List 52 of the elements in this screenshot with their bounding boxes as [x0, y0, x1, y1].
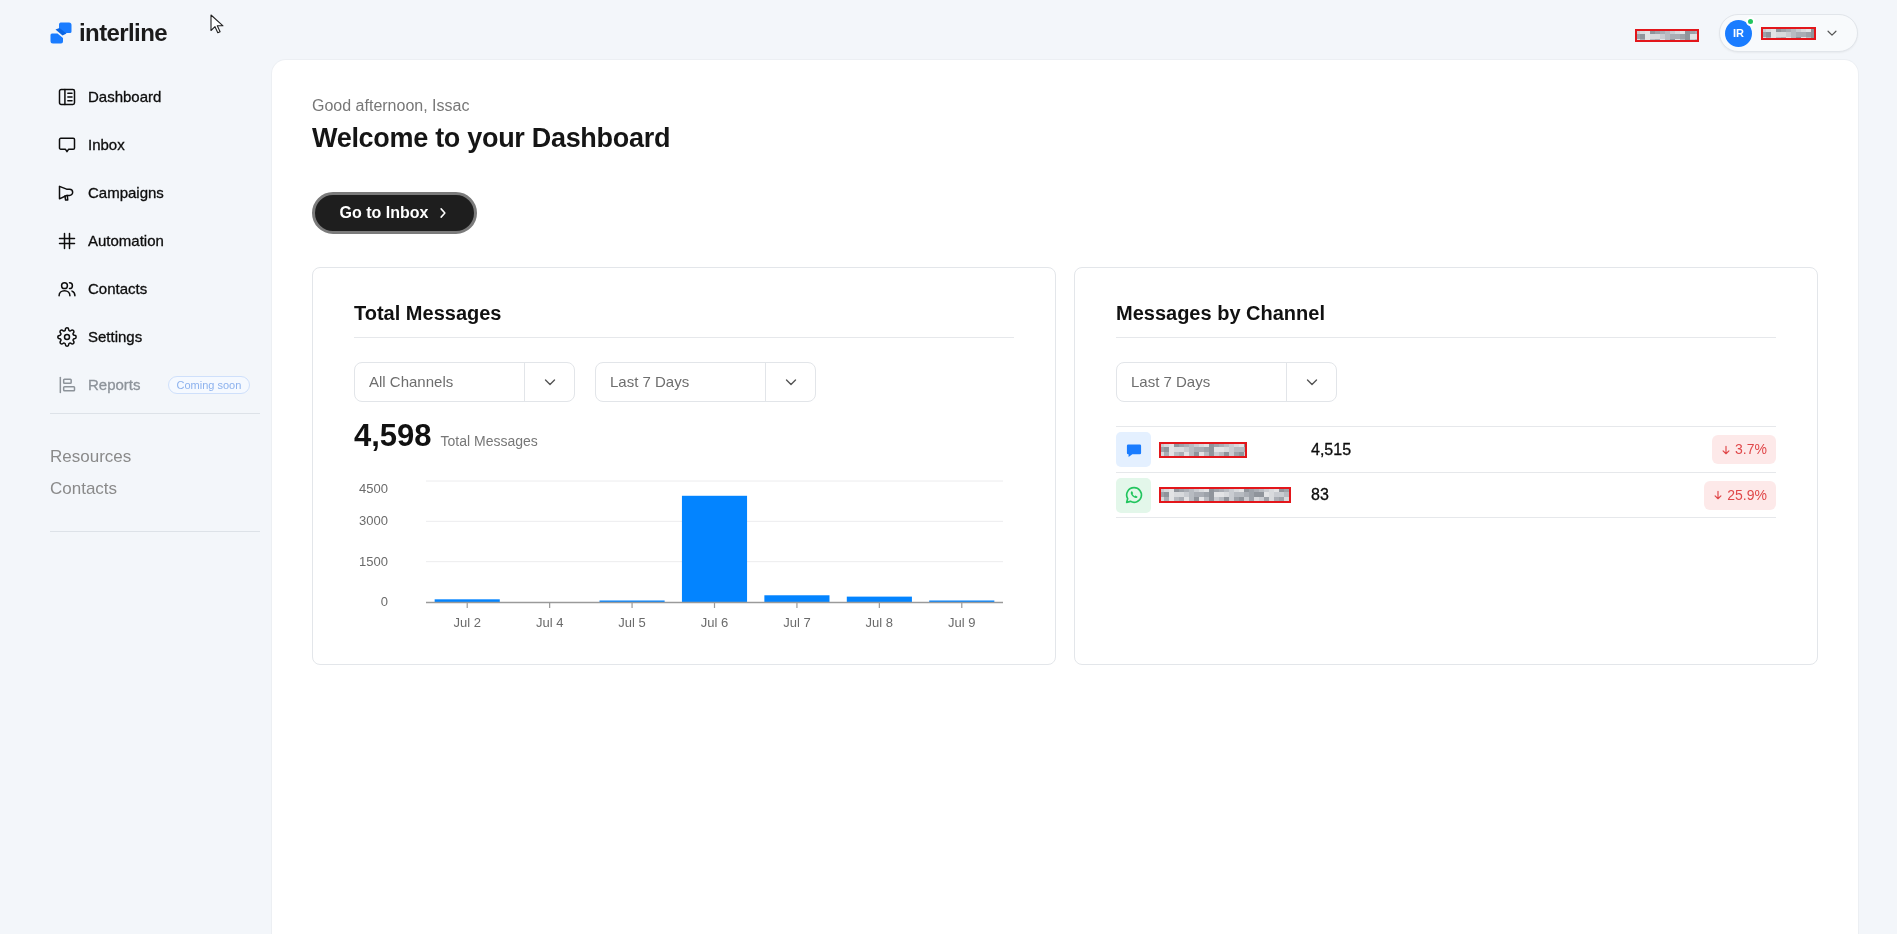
sidebar-item[interactable]: Contacts	[50, 265, 260, 313]
total-count: 4,598	[354, 417, 432, 455]
user-menu-button[interactable]: IR	[1719, 14, 1858, 52]
filter-dropdown[interactable]: All Channels	[354, 362, 575, 402]
dashboard-layout-icon	[57, 87, 77, 107]
x-axis-label: Jul 2	[453, 615, 481, 630]
y-axis-label: 0	[380, 594, 388, 609]
logo-icon	[50, 22, 72, 44]
bar-chart-icon	[57, 375, 77, 395]
coming-soon-badge: Coming soon	[167, 376, 251, 394]
greeting-text: Good afternoon, Issac	[312, 96, 471, 116]
x-axis-label: Jul 6	[700, 615, 729, 630]
go-to-inbox-button[interactable]: Go to Inbox	[312, 192, 477, 234]
redacted-text-block	[1761, 26, 1816, 40]
total-label: Total Messages	[440, 432, 538, 451]
chart-bar	[434, 599, 500, 602]
card-title: Messages by Channel	[1116, 301, 1776, 338]
filter-dropdown[interactable]: Last 7 Days	[595, 362, 816, 402]
percent-change-badge: 3.7%	[1712, 435, 1776, 464]
mouse-pointer-icon	[210, 14, 224, 35]
arrow-down-icon	[1721, 443, 1732, 456]
sidebar-item[interactable]: Automation	[50, 217, 260, 265]
page-title: Welcome to your Dashboard	[312, 122, 672, 155]
percent-change-badge: 25.9%	[1704, 480, 1776, 510]
x-axis-label: Jul 7	[783, 615, 811, 630]
arrow-down-icon	[1713, 489, 1724, 501]
message-count: 83	[1311, 485, 1329, 505]
y-axis-label: 3000	[359, 513, 388, 529]
hash-icon	[57, 231, 77, 251]
card-title: Total Messages	[354, 301, 1014, 338]
sidebar-item[interactable]: Inbox	[50, 121, 260, 169]
sidebar-item[interactable]: Settings	[50, 313, 260, 361]
phone-bubble-icon	[1116, 477, 1151, 513]
filter-dropdown[interactable]: Last 7 Days	[1116, 362, 1337, 402]
message-count: 4,515	[1311, 439, 1352, 460]
y-axis-label: 1500	[359, 553, 388, 569]
user-avatar: IR	[1725, 19, 1752, 47]
settings-icon	[57, 327, 77, 347]
chart-bar	[764, 595, 830, 602]
y-axis-label: 4500	[359, 481, 388, 496]
x-axis-label: Jul 8	[865, 615, 894, 630]
chat-bubble-icon	[57, 135, 77, 155]
chart-bar	[846, 596, 912, 602]
chat-bubble-icon	[1116, 432, 1151, 467]
redacted-text-block	[1635, 29, 1699, 42]
x-axis-label: Jul 5	[618, 615, 646, 630]
brand-name: interline	[79, 19, 167, 47]
x-axis-label: Jul 9	[948, 615, 976, 630]
sidebar-item[interactable]: Campaigns	[50, 169, 260, 217]
x-axis-label: Jul 4	[535, 615, 564, 630]
people-icon	[57, 279, 77, 299]
sidebar-item[interactable]: Dashboard	[50, 73, 260, 121]
